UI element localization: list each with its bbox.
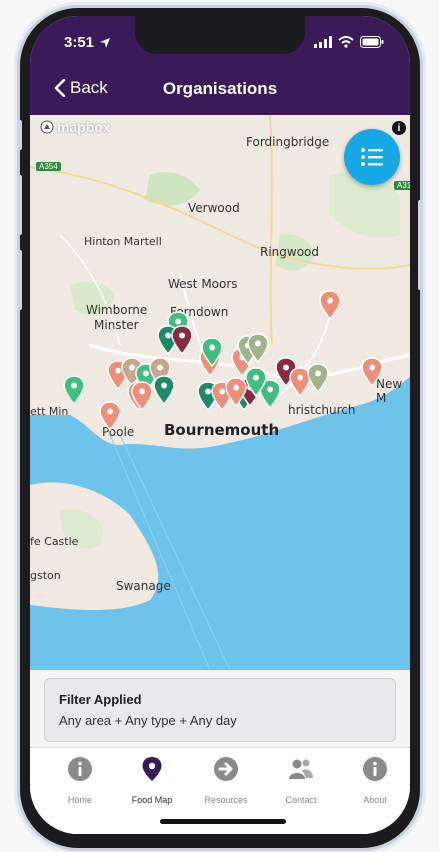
signal-icon [314, 36, 332, 48]
map-info-icon[interactable]: i [392, 121, 406, 135]
phone-volume-down [17, 250, 22, 310]
tab-food-map-label: Food Map [131, 795, 173, 805]
map-pin-icon[interactable] [319, 290, 341, 320]
filter-card[interactable]: Filter Applied Any area + Any type + Any… [44, 678, 396, 742]
tab-about[interactable]: About [340, 756, 410, 805]
page-title: Organisations [162, 79, 278, 98]
phone-power-button [418, 200, 423, 290]
map-pin-icon[interactable] [361, 357, 383, 387]
status-time-text: 3:51 [64, 34, 95, 51]
map-pin-icon[interactable] [307, 363, 329, 393]
filter-title: Filter Applied [59, 692, 142, 707]
map-pin-icon[interactable] [99, 401, 121, 431]
map-pin-icon[interactable] [131, 381, 153, 411]
people-icon [289, 759, 313, 779]
place-wimborne: Wimborne [86, 303, 148, 317]
place-sturminster: ett Min [30, 405, 69, 418]
place-corfe-castle: fe Castle [30, 535, 79, 548]
tab-home-label: Home [67, 795, 92, 805]
place-ringwood: Ringwood [260, 245, 320, 259]
map-pin-icon[interactable] [247, 333, 269, 363]
place-christchurch: hristchurch [288, 403, 356, 417]
notch [135, 16, 305, 54]
info-icon [68, 757, 92, 781]
home-indicator [160, 819, 286, 824]
phone-mute-switch [17, 120, 22, 150]
tab-contact[interactable]: Contact [266, 756, 336, 805]
place-minster: Minster [94, 318, 139, 332]
road-label-a354: A354 [36, 162, 61, 171]
map-pin-icon[interactable] [201, 337, 223, 367]
road-label-a31: A31 [394, 181, 410, 190]
food-map[interactable]: mapbox A354 A31 Fordingbridge Verwood Hi… [30, 115, 410, 670]
tab-home[interactable]: Home [45, 756, 115, 805]
tab-contact-label: Contact [285, 795, 317, 805]
app-screen: 3:51 Back Organisations mapbox A354 A31 … [30, 16, 410, 834]
mapbox-wordmark: mapbox [57, 119, 111, 135]
tab-food-map[interactable]: Food Map [117, 756, 187, 805]
tab-bar: Home Food Map Resources Contact About [30, 747, 410, 834]
list-icon [361, 148, 383, 166]
phone-volume-up [17, 175, 22, 235]
status-icons [314, 36, 384, 48]
tab-resources-label: Resources [204, 795, 248, 805]
tab-resources[interactable]: Resources [191, 756, 261, 805]
info-icon [363, 757, 387, 781]
mapbox-logo: mapbox [40, 119, 111, 135]
status-time: 3:51 [64, 34, 111, 51]
place-hinton-martell: Hinton Martell [84, 235, 162, 248]
tab-about-label: About [363, 795, 387, 805]
location-arrow-icon [100, 37, 111, 48]
place-west-moors: West Moors [168, 277, 238, 291]
filter-area: Filter Applied Any area + Any type + Any… [30, 670, 410, 756]
filter-description: Any area + Any type + Any day [59, 713, 237, 728]
mapbox-icon [40, 120, 54, 134]
place-langston: gston [30, 569, 61, 582]
map-pin-icon[interactable] [63, 375, 85, 405]
app-header: 3:51 Back Organisations [30, 16, 410, 115]
place-swanage: Swanage [116, 579, 171, 593]
wifi-icon [338, 36, 354, 48]
map-pin-icon[interactable] [153, 375, 175, 405]
place-verwood: Verwood [188, 201, 240, 215]
place-fordingbridge: Fordingbridge [246, 135, 330, 149]
map-pin-icon[interactable] [225, 377, 247, 407]
map-pin-icon [142, 757, 162, 781]
place-bournemouth: Bournemouth [164, 421, 280, 439]
map-pin-icon[interactable] [245, 367, 267, 397]
arrow-right-icon [214, 757, 238, 781]
map-pin-icon[interactable] [171, 325, 193, 355]
battery-icon [360, 36, 384, 48]
list-view-button[interactable] [344, 129, 400, 185]
